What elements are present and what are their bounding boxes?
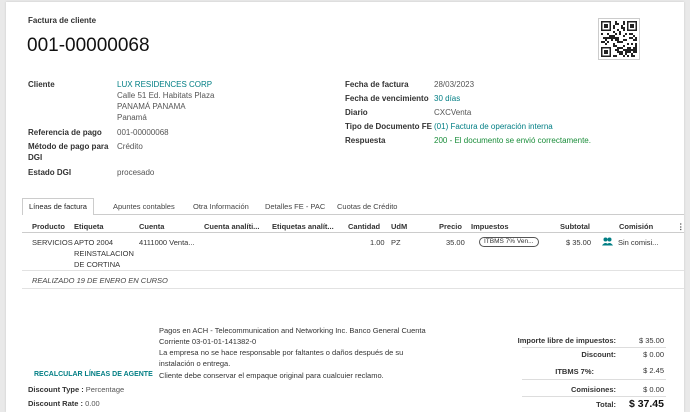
cell-precio[interactable]: 35.00: [446, 238, 465, 247]
col-udm[interactable]: UdM: [391, 222, 407, 231]
cell-cantidad[interactable]: 1.00: [370, 238, 385, 247]
recalculate-agent-lines-button[interactable]: RECALCULAR LÍNEAS DE AGENTE: [34, 371, 153, 378]
col-etiquetas-analiticas[interactable]: Etiquetas analít...: [272, 222, 334, 231]
discount-rate-value[interactable]: 0.00: [85, 399, 100, 408]
referencia-value[interactable]: 001-00000068: [117, 128, 169, 137]
total-label: Total:: [596, 400, 616, 409]
tab-apuntes-contables[interactable]: Apuntes contables: [106, 198, 182, 214]
tipo-documento-label: Tipo de Documento FE: [345, 122, 432, 131]
cell-etiqueta-line2: REINSTALACION: [74, 249, 134, 258]
row-divider: [22, 270, 684, 271]
metodo-value[interactable]: Crédito: [117, 142, 143, 151]
comisiones-label: Comisiones:: [570, 385, 616, 394]
cell-etiqueta[interactable]: APTO 2004: [74, 238, 113, 247]
col-impuestos[interactable]: Impuestos: [471, 222, 509, 231]
cliente-address-line: Panamá: [117, 113, 147, 122]
column-options-icon[interactable]: ⋮: [677, 222, 685, 231]
fecha-factura-label: Fecha de factura: [345, 80, 409, 89]
fecha-factura-value[interactable]: 28/03/2023: [434, 80, 474, 89]
totals-divider: [522, 347, 666, 348]
row-divider: [22, 288, 684, 289]
base-amount-value: $ 35.00: [638, 336, 664, 345]
cell-subtotal: $ 35.00: [566, 238, 592, 247]
discount-type-label: Discount Type :: [28, 385, 84, 394]
totals-divider: [522, 396, 666, 397]
fecha-vencimiento-label: Fecha de vencimiento: [345, 94, 429, 103]
total-value: $ 37.45: [628, 398, 664, 410]
terms-line: Corriente 03-01-01-141382-0: [159, 337, 257, 346]
base-amount-label: Importe libre de impuestos:: [517, 336, 616, 345]
cell-producto[interactable]: SERVICIOS: [32, 238, 73, 247]
cell-etiqueta-line3: DE CORTINA: [74, 260, 121, 269]
cell-cuenta[interactable]: 4111000 Venta...: [139, 238, 195, 247]
col-comision[interactable]: Comisión: [619, 222, 653, 231]
invoice-sheet: Factura de cliente 001-00000068 Cliente …: [6, 2, 685, 412]
referencia-label: Referencia de pago: [28, 128, 102, 137]
notebook-tabs: Líneas de factura Apuntes contables Otra…: [22, 198, 684, 215]
estado-dgi-value: procesado: [117, 168, 155, 177]
invoice-number: 001-00000068: [27, 35, 150, 56]
tax-badge[interactable]: ITBMS 7% Ven...: [479, 237, 539, 247]
terms-line: Cliente debe conservar el empaque origin…: [159, 371, 384, 380]
cell-udm[interactable]: PZ: [391, 238, 401, 247]
tab-detalles-fe[interactable]: Detalles FE - PAC: [258, 198, 332, 214]
col-precio[interactable]: Precio: [439, 222, 462, 231]
metodo-label-2: DGI: [28, 153, 43, 162]
estado-dgi-label: Estado DGI: [28, 168, 72, 177]
form-subtitle: Factura de cliente: [28, 16, 97, 25]
respuesta-value: 200 - El documento se envió correctament…: [434, 136, 591, 145]
fecha-vencimiento-value[interactable]: 30 días: [434, 94, 460, 103]
cell-comision[interactable]: Sin comisi...: [618, 238, 658, 247]
diario-label: Diario: [345, 108, 368, 117]
metodo-label: Método de pago para: [28, 142, 109, 151]
discount-rate: Discount Rate : 0.00: [28, 399, 100, 408]
discount-total-label: Discount:: [581, 350, 616, 359]
col-cuenta-analitica[interactable]: Cuenta analíti...: [204, 222, 259, 231]
col-etiqueta[interactable]: Etiqueta: [74, 222, 104, 231]
totals-divider: [522, 379, 666, 380]
itbms-value: $ 2.45: [643, 366, 664, 375]
terms-line: instalación o entrega.: [159, 359, 231, 368]
comisiones-value: $ 0.00: [643, 385, 664, 394]
tab-cuotas-credito[interactable]: Cuotas de Crédito: [330, 198, 404, 214]
cliente-link[interactable]: LUX RESIDENCES CORP: [117, 80, 212, 89]
respuesta-label: Respuesta: [345, 136, 386, 145]
col-cuenta[interactable]: Cuenta: [139, 222, 164, 231]
col-cantidad[interactable]: Cantidad: [348, 222, 380, 231]
terms-line: Pagos en ACH - Telecommunication and Net…: [159, 326, 426, 335]
col-subtotal[interactable]: Subtotal: [560, 222, 590, 231]
header-divider: [22, 232, 684, 233]
discount-rate-label: Discount Rate :: [28, 399, 84, 408]
tab-lineas-factura[interactable]: Líneas de factura: [22, 198, 94, 215]
terms-line: La empresa no se hace responsable por fa…: [159, 348, 404, 357]
cliente-address-line: PANAMÁ PANAMA: [117, 102, 186, 111]
diario-value[interactable]: CXCVenta: [434, 108, 471, 117]
cliente-label: Cliente: [28, 80, 55, 89]
cliente-address-line: Calle 51 Ed. Habitats Plaza: [117, 91, 215, 100]
note-line[interactable]: REALIZADO 19 DE ENERO EN CURSO: [32, 276, 168, 285]
qr-code-icon: [598, 18, 640, 60]
tab-otra-informacion[interactable]: Otra Información: [186, 198, 256, 214]
col-producto[interactable]: Producto: [32, 222, 65, 231]
discount-total-value: $ 0.00: [643, 350, 664, 359]
discount-type-value[interactable]: Percentage: [86, 385, 124, 394]
discount-type: Discount Type : Percentage: [28, 385, 124, 394]
itbms-label: ITBMS 7%:: [555, 367, 594, 376]
users-icon[interactable]: [602, 237, 613, 246]
tipo-documento-value[interactable]: (01) Factura de operación interna: [434, 122, 553, 131]
